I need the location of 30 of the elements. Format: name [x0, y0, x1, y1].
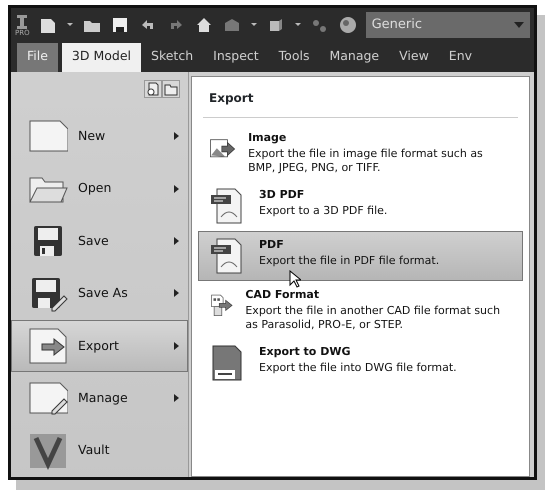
- menu-item[interactable]: Manage: [11, 372, 188, 425]
- ribbon-tab[interactable]: View: [389, 43, 439, 72]
- export-option[interactable]: 3D PDF Export to a 3D PDF file.: [198, 181, 523, 232]
- menu-item[interactable]: Save: [11, 214, 188, 268]
- clock-document-icon: [146, 82, 160, 96]
- folder-icon: [164, 82, 178, 96]
- ribbon-tab[interactable]: Tools: [268, 43, 320, 72]
- menu-item[interactable]: New: [11, 110, 188, 162]
- ribbon-tab[interactable]: 3D Model: [62, 43, 142, 72]
- caret-icon: [514, 22, 524, 28]
- ribbon-tab[interactable]: Env: [438, 43, 482, 72]
- export-option[interactable]: CAD Format Export the file in another CAD file format such as Parasolid, PRO-E, or STEP.: [198, 281, 523, 338]
- file-tab[interactable]: File: [17, 43, 58, 72]
- ribbon-tab[interactable]: Inspect: [203, 43, 269, 72]
- menu-item[interactable]: Open: [11, 162, 188, 215]
- vault-logo-icon: [28, 432, 68, 470]
- logo-icon: [16, 14, 28, 30]
- export-option[interactable]: Export to DWG Export the file into DWG file format.: [198, 338, 523, 388]
- mouse-pointer-icon: [289, 270, 301, 288]
- ribbon-tab[interactable]: Manage: [319, 43, 390, 72]
- open-folder-button[interactable]: [162, 80, 180, 98]
- sphere-icon[interactable]: [338, 15, 358, 35]
- menu-item[interactable]: Vault: [11, 424, 188, 477]
- panel-title: Export: [203, 77, 518, 118]
- menu-item[interactable]: Save As: [11, 267, 188, 320]
- material-dropdown[interactable]: Generic: [366, 12, 530, 38]
- recent-documents-button[interactable]: [144, 80, 162, 98]
- ribbon-tab[interactable]: Sketch: [141, 43, 204, 72]
- export-option[interactable]: Image Export the file in image file format such as BMP, JPEG, PNG, or TIFF.: [198, 124, 523, 182]
- menu-item[interactable]: Export: [11, 320, 188, 372]
